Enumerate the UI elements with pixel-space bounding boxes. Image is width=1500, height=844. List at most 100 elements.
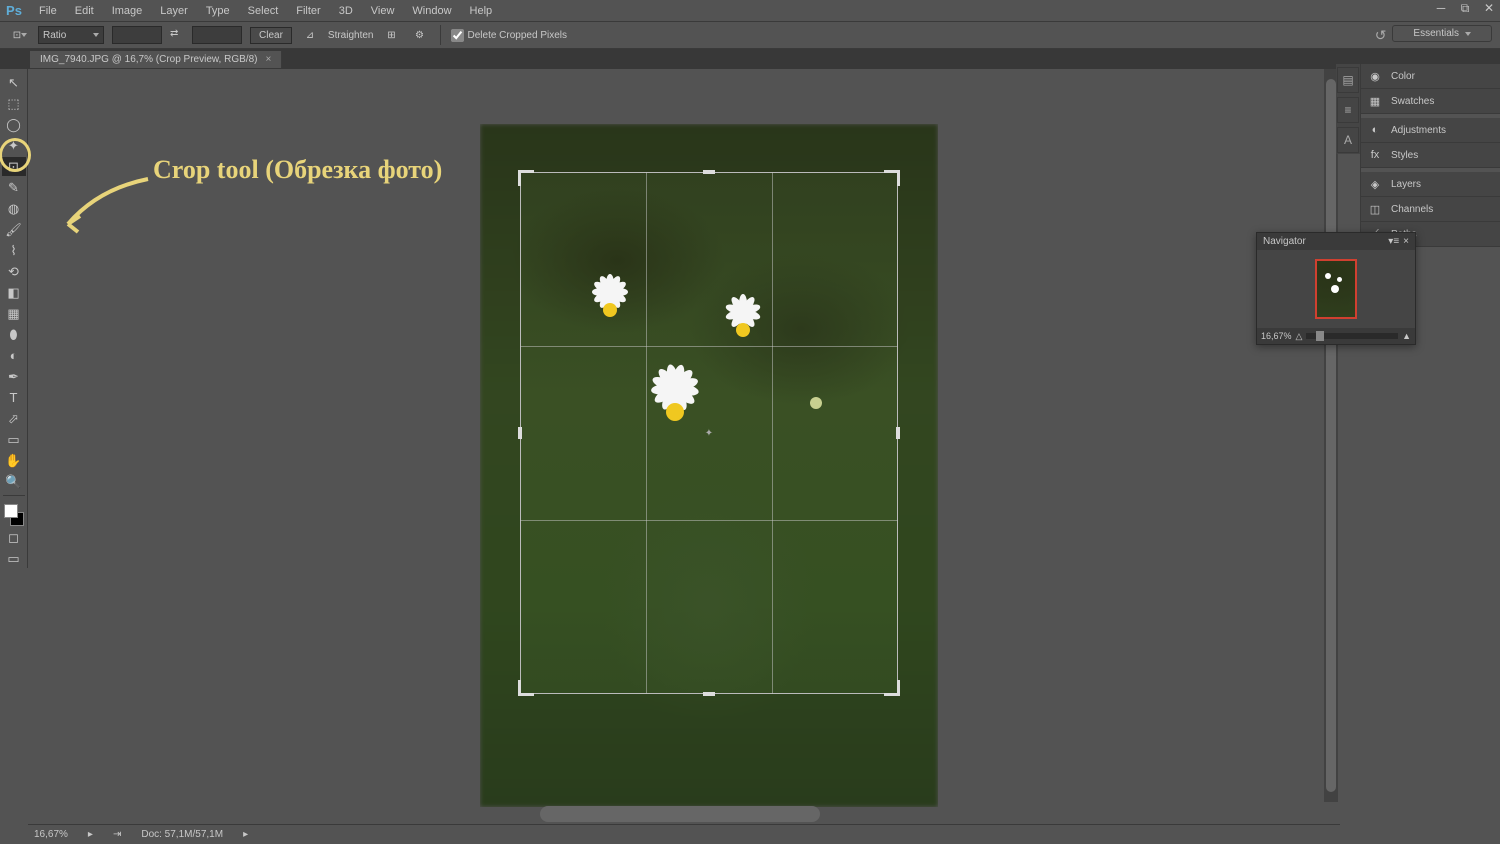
navigator-thumbnail-area[interactable] bbox=[1257, 250, 1415, 328]
menu-file[interactable]: File bbox=[30, 1, 66, 21]
menu-help[interactable]: Help bbox=[461, 1, 502, 21]
crop-width-input[interactable] bbox=[112, 26, 162, 44]
delete-cropped-label: Delete Cropped Pixels bbox=[468, 30, 568, 41]
crop-tool-icon: ⊡ bbox=[10, 25, 30, 45]
menu-edit[interactable]: Edit bbox=[66, 1, 103, 21]
crop-box[interactable]: ✦ bbox=[520, 172, 898, 694]
brush-tool[interactable]: 🖌 bbox=[2, 220, 26, 239]
history-panel-icon[interactable]: ▤ bbox=[1337, 67, 1359, 93]
crop-ratio-dropdown[interactable]: Ratio bbox=[38, 26, 104, 44]
menu-3d[interactable]: 3D bbox=[330, 1, 362, 21]
healing-brush-tool[interactable]: ◍ bbox=[2, 199, 26, 218]
status-zoom[interactable]: 16,67% bbox=[34, 829, 68, 840]
panel-close-icon[interactable]: × bbox=[1403, 236, 1409, 247]
annotation-arrow bbox=[58, 174, 158, 244]
eyedropper-tool[interactable]: ✎ bbox=[2, 178, 26, 197]
styles-icon: fx bbox=[1367, 147, 1383, 163]
foreground-color-swatch[interactable] bbox=[4, 504, 18, 518]
swap-dimensions-button[interactable]: ⇄ bbox=[170, 28, 184, 42]
close-window-button[interactable]: ✕ bbox=[1478, 0, 1500, 16]
status-more-icon[interactable]: ▸ bbox=[243, 829, 248, 840]
flower-decoration bbox=[580, 280, 640, 340]
shape-tool[interactable]: ▭ bbox=[2, 430, 26, 449]
zoom-tool[interactable]: 🔍 bbox=[2, 472, 26, 491]
crop-settings-icon[interactable]: ⚙ bbox=[410, 25, 430, 45]
move-tool[interactable]: ↖ bbox=[2, 73, 26, 92]
lasso-tool[interactable]: ◯ bbox=[2, 115, 26, 134]
path-selection-tool[interactable]: ⬀ bbox=[2, 409, 26, 428]
clone-stamp-tool[interactable]: ⌇ bbox=[2, 241, 26, 260]
minimize-button[interactable]: ─ bbox=[1430, 0, 1452, 16]
navigator-title-bar[interactable]: Navigator ▾≡× bbox=[1257, 233, 1415, 250]
styles-panel-tab[interactable]: fxStyles bbox=[1361, 143, 1500, 168]
straighten-label[interactable]: Straighten bbox=[328, 30, 374, 41]
menu-select[interactable]: Select bbox=[239, 1, 288, 21]
flower-decoration bbox=[635, 372, 715, 452]
panel-menu-icon[interactable]: ▾≡ bbox=[1388, 236, 1399, 247]
navigator-panel[interactable]: Navigator ▾≡× 16,67% △ ▲ bbox=[1256, 232, 1416, 345]
document-tab[interactable]: IMG_7940.JPG @ 16,7% (Crop Preview, RGB/… bbox=[30, 51, 282, 68]
zoom-in-icon[interactable]: ▲ bbox=[1402, 331, 1411, 341]
type-tool[interactable]: T bbox=[2, 388, 26, 407]
navigator-footer: 16,67% △ ▲ bbox=[1257, 328, 1415, 344]
vertical-scrollbar[interactable] bbox=[1324, 69, 1338, 802]
toolbox: ↖ ⬚ ◯ ✦ ⊡ ✎ ◍ 🖌 ⌇ ⟲ ◧ ▦ ⬮ ◐ ✒ T ⬀ ▭ ✋ 🔍 … bbox=[0, 69, 28, 568]
color-swatches[interactable] bbox=[4, 504, 24, 526]
dodge-tool[interactable]: ◐ bbox=[2, 346, 26, 365]
menu-view[interactable]: View bbox=[362, 1, 404, 21]
navigator-thumbnail[interactable] bbox=[1315, 259, 1357, 319]
canvas-area: ✦ Crop tool (Обрезка фото) bbox=[28, 69, 1340, 822]
crop-tool[interactable]: ⊡ bbox=[2, 157, 26, 176]
annotation-label: Crop tool (Обрезка фото) bbox=[153, 155, 442, 185]
straighten-icon[interactable]: ⊿ bbox=[300, 25, 320, 45]
menu-bar: Ps File Edit Image Layer Type Select Fil… bbox=[0, 0, 1500, 21]
color-panel-tab[interactable]: ◉Color bbox=[1361, 64, 1500, 89]
navigator-zoom-value[interactable]: 16,67% bbox=[1261, 331, 1292, 341]
layers-panel-tab[interactable]: ◈Layers bbox=[1361, 172, 1500, 197]
eraser-tool[interactable]: ◧ bbox=[2, 283, 26, 302]
marquee-tool[interactable]: ⬚ bbox=[2, 94, 26, 113]
reset-crop-button[interactable]: ↺ bbox=[1369, 25, 1393, 46]
swatches-icon: ▦ bbox=[1367, 93, 1383, 109]
menu-window[interactable]: Window bbox=[403, 1, 460, 21]
clear-button[interactable]: Clear bbox=[250, 27, 292, 44]
horizontal-scrollbar[interactable] bbox=[540, 806, 820, 822]
magic-wand-tool[interactable]: ✦ bbox=[2, 136, 26, 155]
zoom-out-icon[interactable]: △ bbox=[1296, 331, 1303, 342]
gradient-tool[interactable]: ▦ bbox=[2, 304, 26, 323]
close-tab-icon[interactable]: × bbox=[265, 54, 271, 65]
quick-mask-tool[interactable]: ◻ bbox=[2, 528, 26, 547]
channels-panel-tab[interactable]: ◫Channels bbox=[1361, 197, 1500, 222]
pen-tool[interactable]: ✒ bbox=[2, 367, 26, 386]
zoom-slider[interactable] bbox=[1306, 333, 1398, 339]
status-arrow-icon[interactable]: ▸ bbox=[88, 829, 93, 840]
adjustments-icon: ◐ bbox=[1367, 122, 1383, 138]
document-image[interactable]: ✦ bbox=[480, 124, 938, 807]
document-tab-bar: IMG_7940.JPG @ 16,7% (Crop Preview, RGB/… bbox=[0, 49, 1500, 69]
status-bar: 16,67% ▸ ⇥ Doc: 57,1M/57,1M ▸ bbox=[28, 824, 1340, 844]
screen-mode-tool[interactable]: ▭ bbox=[2, 549, 26, 568]
flower-decoration bbox=[715, 302, 770, 357]
workspace-switcher[interactable]: Essentials bbox=[1392, 25, 1492, 42]
delete-cropped-input[interactable] bbox=[451, 29, 464, 42]
status-arrow-icon-2[interactable]: ⇥ bbox=[113, 829, 121, 840]
swatches-panel-tab[interactable]: ▦Swatches bbox=[1361, 89, 1500, 114]
status-doc-size[interactable]: Doc: 57,1M/57,1M bbox=[141, 829, 223, 840]
maximize-button[interactable]: ⧉ bbox=[1454, 0, 1476, 16]
collapsed-panel-strip: ▤ ≡ A bbox=[1336, 64, 1360, 154]
character-panel-icon[interactable]: A bbox=[1337, 127, 1359, 153]
options-bar: ⊡ Ratio ⇄ Clear ⊿ Straighten ⊞ ⚙ Delete … bbox=[0, 21, 1500, 49]
adjustments-panel-tab[interactable]: ◐Adjustments bbox=[1361, 118, 1500, 143]
menu-layer[interactable]: Layer bbox=[151, 1, 197, 21]
properties-panel-icon[interactable]: ≡ bbox=[1337, 97, 1359, 123]
document-tab-title: IMG_7940.JPG @ 16,7% (Crop Preview, RGB/… bbox=[40, 54, 257, 65]
menu-filter[interactable]: Filter bbox=[287, 1, 329, 21]
delete-cropped-checkbox[interactable]: Delete Cropped Pixels bbox=[451, 29, 568, 42]
crop-height-input[interactable] bbox=[192, 26, 242, 44]
history-brush-tool[interactable]: ⟲ bbox=[2, 262, 26, 281]
hand-tool[interactable]: ✋ bbox=[2, 451, 26, 470]
menu-image[interactable]: Image bbox=[103, 1, 152, 21]
overlay-options-icon[interactable]: ⊞ bbox=[382, 25, 402, 45]
menu-type[interactable]: Type bbox=[197, 1, 239, 21]
blur-tool[interactable]: ⬮ bbox=[2, 325, 26, 344]
